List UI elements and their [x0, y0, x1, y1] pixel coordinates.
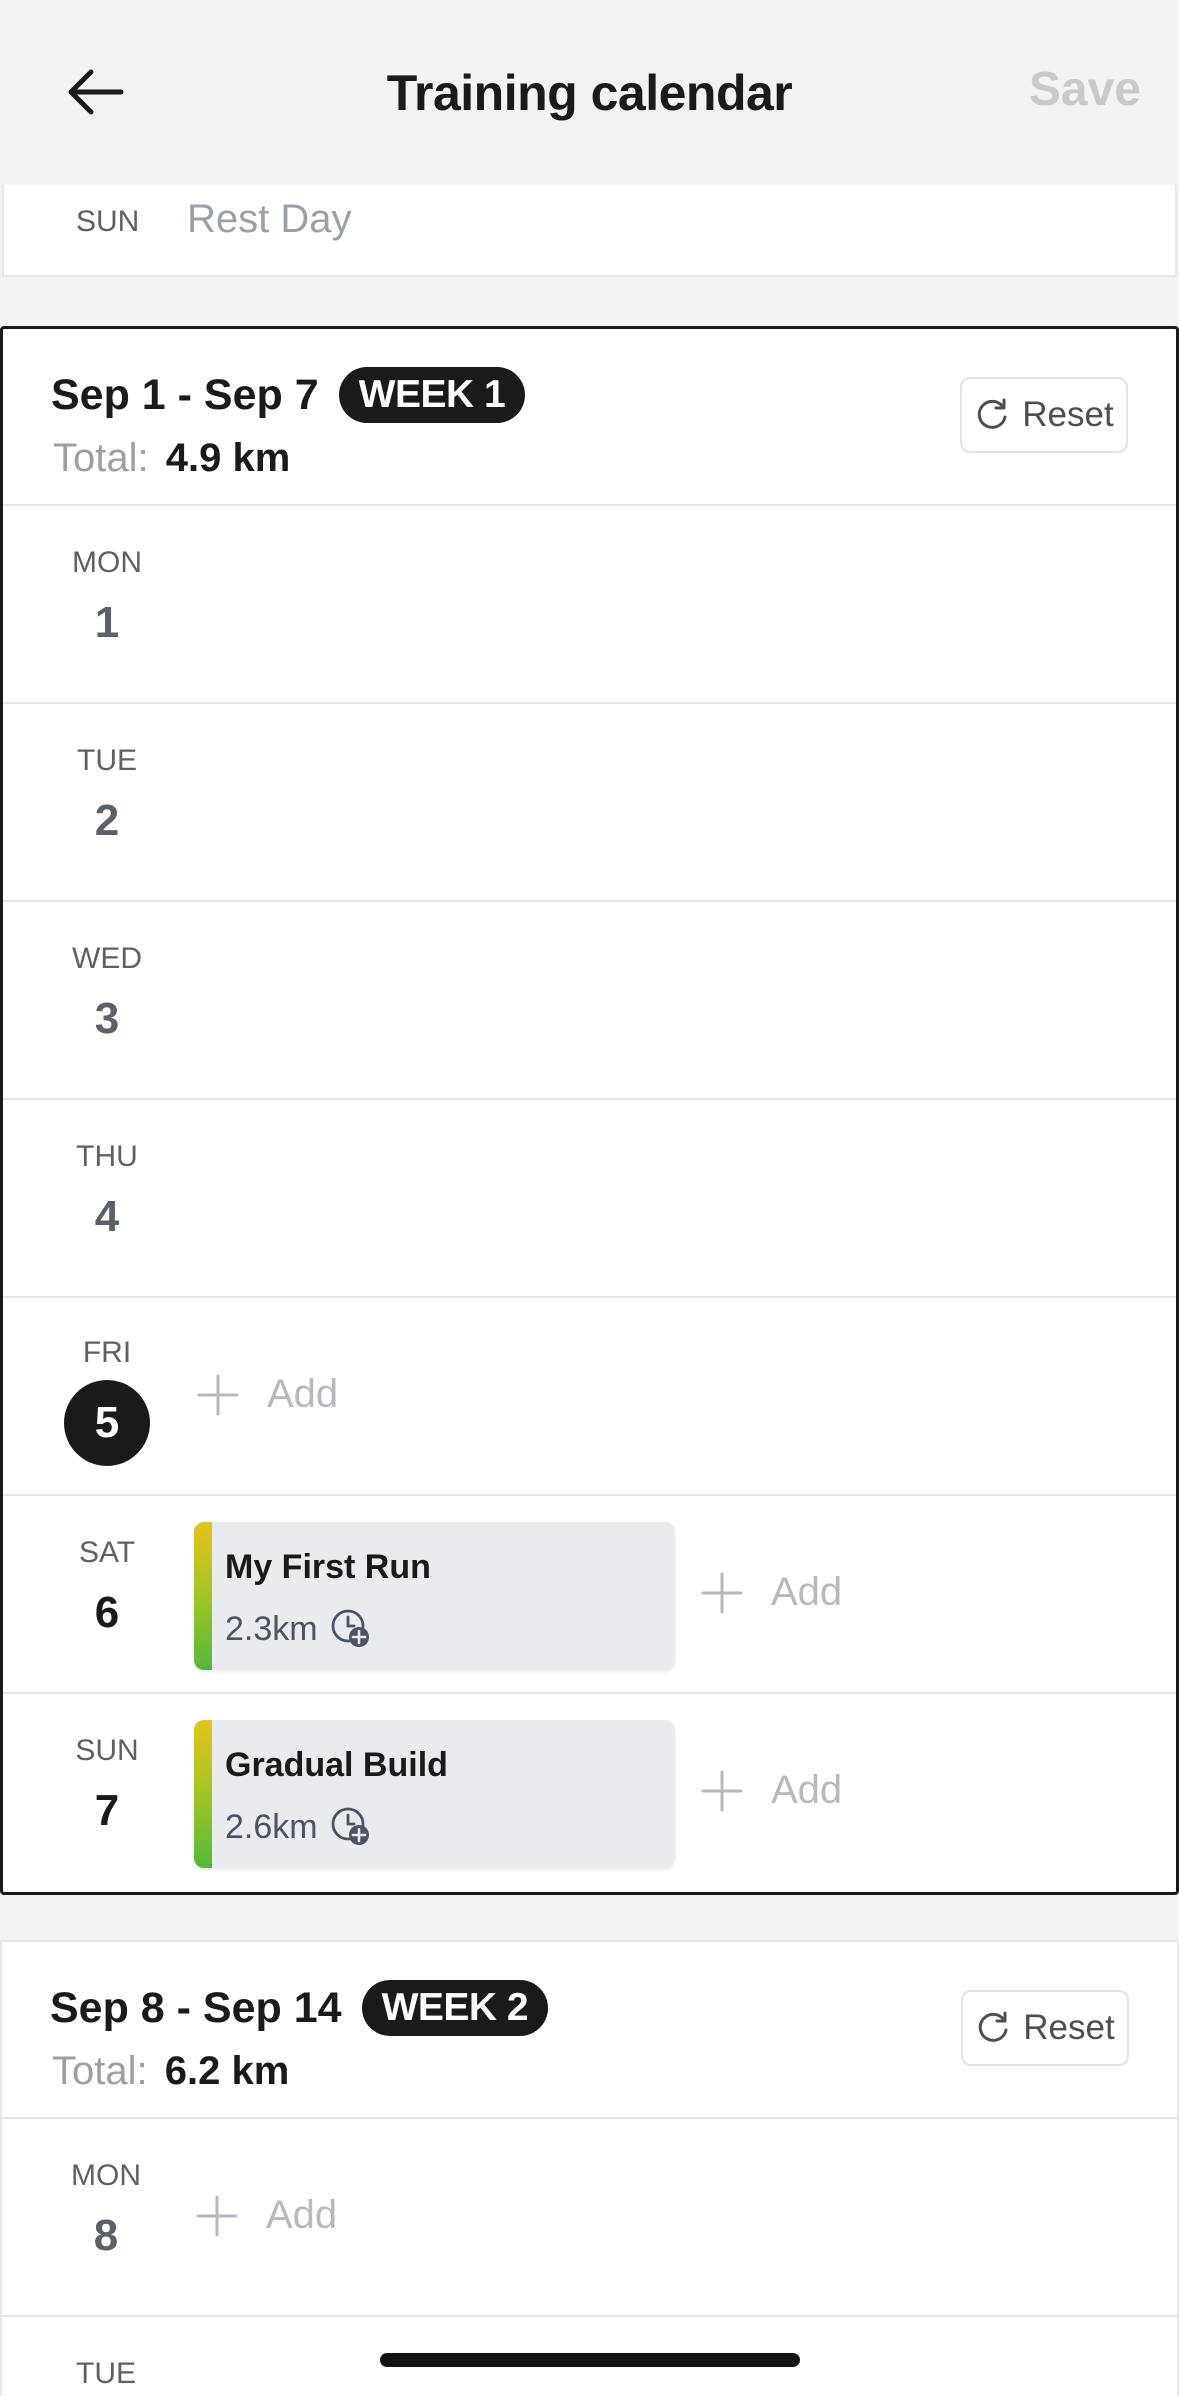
day-of-week-label: WED: [72, 942, 142, 975]
week-total-label: Total:: [53, 436, 149, 480]
week-total-value: 4.9 km: [165, 436, 291, 480]
week-badge: WEEK 1: [338, 367, 526, 423]
plus-icon: [701, 1572, 743, 1613]
day-row-tue[interactable]: TUE 2: [3, 704, 1176, 902]
plus-icon: [197, 1374, 239, 1415]
plus-icon: [196, 2195, 238, 2236]
reset-label: Reset: [1023, 2008, 1115, 2047]
add-label: Add: [267, 1372, 339, 1416]
week-total: Total: 4.9 km: [53, 436, 290, 481]
previous-week-last-day: SUN Rest Day: [2, 185, 1177, 277]
home-indicator[interactable]: [380, 2353, 800, 2367]
clock-plus-icon: [331, 1609, 369, 1647]
date-number: 3: [94, 994, 120, 1043]
day-of-week-label: SUN: [76, 205, 140, 238]
back-button[interactable]: [60, 62, 130, 122]
day-row-thu[interactable]: THU 4: [3, 1100, 1176, 1298]
add-workout-button[interactable]: Add: [701, 1768, 842, 1813]
today-date-badge: 5: [64, 1380, 150, 1466]
day-row-mon[interactable]: MON 1: [3, 506, 1176, 704]
page-title: Training calendar: [386, 64, 793, 121]
date-number: 8: [93, 2211, 119, 2260]
day-of-week-label: SAT: [78, 1536, 136, 1569]
add-workout-button[interactable]: Add: [197, 1372, 338, 1417]
workout-intensity-bar: [194, 1720, 212, 1868]
day-row-fri[interactable]: FRI 5 Add: [3, 1298, 1176, 1496]
week-header: Sep 1 - Sep 7 WEEK 1 Total: 4.9 km Reset: [3, 329, 1176, 506]
week-badge: WEEK 2: [361, 1980, 549, 2036]
workout-intensity-bar: [194, 1522, 212, 1670]
date-number: 4: [94, 1192, 120, 1241]
day-of-week-label: MON: [71, 2159, 141, 2192]
date-number: 6: [94, 1588, 120, 1637]
week-total-value: 6.2 km: [164, 2049, 290, 2093]
week-date-range: Sep 8 - Sep 14: [50, 1983, 342, 2032]
date-number: 2: [94, 796, 120, 845]
plus-icon: [701, 1770, 743, 1811]
week-header: Sep 8 - Sep 14 WEEK 2 Total: 6.2 km Rese…: [2, 1942, 1177, 2119]
day-of-week-label: SUN: [75, 1734, 139, 1767]
arrow-left-icon: [68, 69, 124, 115]
week-card-2: Sep 8 - Sep 14 WEEK 2 Total: 6.2 km Rese…: [0, 1940, 1179, 2396]
reset-icon: [978, 398, 1007, 429]
add-label: Add: [266, 2193, 338, 2237]
day-row-wed[interactable]: WED 3: [3, 902, 1176, 1100]
add-workout-button[interactable]: Add: [701, 1570, 842, 1615]
add-label: Add: [771, 1570, 843, 1614]
day-of-week-label: FRI: [82, 1336, 132, 1369]
date-number: 7: [94, 1786, 120, 1835]
workout-name: Gradual Build: [225, 1746, 448, 1784]
save-button[interactable]: Save: [1029, 62, 1141, 117]
add-label: Add: [771, 1768, 843, 1812]
workout-card[interactable]: Gradual Build 2.6km: [194, 1720, 675, 1868]
week-card-1: Sep 1 - Sep 7 WEEK 1 Total: 4.9 km Reset…: [0, 326, 1179, 1895]
workout-card[interactable]: My First Run 2.3km: [194, 1522, 675, 1670]
week-date-range: Sep 1 - Sep 7: [51, 370, 319, 419]
clock-plus-icon: [331, 1807, 369, 1845]
day-of-week-label: TUE: [77, 744, 137, 777]
day-row-mon[interactable]: MON 8 Add: [2, 2119, 1177, 2317]
week-total: Total: 6.2 km: [52, 2049, 289, 2094]
day-of-week-label: TUE: [76, 2357, 136, 2390]
reset-button[interactable]: Reset: [960, 377, 1128, 453]
date-number: 1: [94, 598, 120, 647]
workout-distance: 2.3km: [225, 1609, 318, 1648]
reset-icon: [979, 2011, 1008, 2042]
app-header: Training calendar Save: [0, 0, 1179, 185]
day-of-week-label: THU: [76, 1140, 138, 1173]
day-row-sat[interactable]: SAT 6 My First Run 2.3km Add: [3, 1496, 1176, 1694]
add-workout-button[interactable]: Add: [196, 2193, 337, 2238]
day-of-week-label: MON: [72, 546, 142, 579]
week-total-label: Total:: [52, 2049, 148, 2093]
day-row-sun[interactable]: SUN 7 Gradual Build 2.6km Add: [3, 1694, 1176, 1892]
rest-day-label: Rest Day: [187, 197, 352, 241]
workout-distance: 2.6km: [225, 1807, 318, 1846]
reset-button[interactable]: Reset: [961, 1990, 1129, 2066]
workout-name: My First Run: [225, 1548, 431, 1586]
reset-label: Reset: [1022, 395, 1114, 434]
